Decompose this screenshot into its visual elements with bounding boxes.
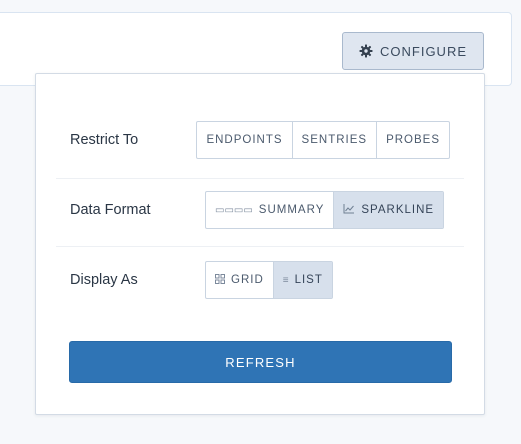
format-row: Data Format ▭▭▭▭ SUMMARY SPARKLINE bbox=[70, 191, 450, 229]
format-option-label: SUMMARY bbox=[258, 204, 325, 216]
format-option-label: SPARKLINE bbox=[361, 204, 435, 216]
sparkline-icon bbox=[343, 203, 355, 217]
row-divider bbox=[56, 246, 464, 247]
format-label: Data Format bbox=[70, 202, 151, 218]
format-option-summary[interactable]: ▭▭▭▭ SUMMARY bbox=[206, 192, 333, 228]
grid-icon bbox=[215, 273, 225, 287]
display-option-label: GRID bbox=[231, 274, 264, 286]
configure-label: CONFIGURE bbox=[380, 43, 467, 59]
display-option-grid[interactable]: GRID bbox=[206, 262, 273, 298]
restrict-option-sentries[interactable]: SENTRIES bbox=[291, 122, 377, 158]
format-option-sparkline[interactable]: SPARKLINE bbox=[333, 192, 444, 228]
display-option-label: LIST bbox=[294, 274, 323, 286]
list-icon: ≡ bbox=[282, 274, 289, 286]
restrict-row: Restrict To ENDPOINTS SENTRIES PROBES bbox=[70, 121, 450, 159]
display-option-list[interactable]: ≡ LIST bbox=[272, 262, 332, 298]
restrict-segmented-control: ENDPOINTS SENTRIES PROBES bbox=[196, 121, 450, 159]
refresh-button[interactable]: REFRESH bbox=[69, 341, 452, 383]
restrict-option-probes[interactable]: PROBES bbox=[376, 122, 449, 158]
display-row: Display As GRID ≡ LIST bbox=[70, 261, 450, 299]
configure-button[interactable]: CONFIGURE bbox=[342, 32, 484, 70]
display-segmented-control: GRID ≡ LIST bbox=[205, 261, 333, 299]
restrict-label: Restrict To bbox=[70, 132, 139, 148]
configure-panel: Restrict To ENDPOINTS SENTRIES PROBES Da… bbox=[35, 73, 485, 415]
format-segmented-control: ▭▭▭▭ SUMMARY SPARKLINE bbox=[205, 191, 445, 229]
display-label: Display As bbox=[70, 272, 138, 288]
summary-dots-icon: ▭▭▭▭ bbox=[215, 204, 253, 216]
gear-icon bbox=[359, 44, 373, 58]
row-divider bbox=[56, 178, 464, 179]
restrict-option-endpoints[interactable]: ENDPOINTS bbox=[197, 122, 291, 158]
